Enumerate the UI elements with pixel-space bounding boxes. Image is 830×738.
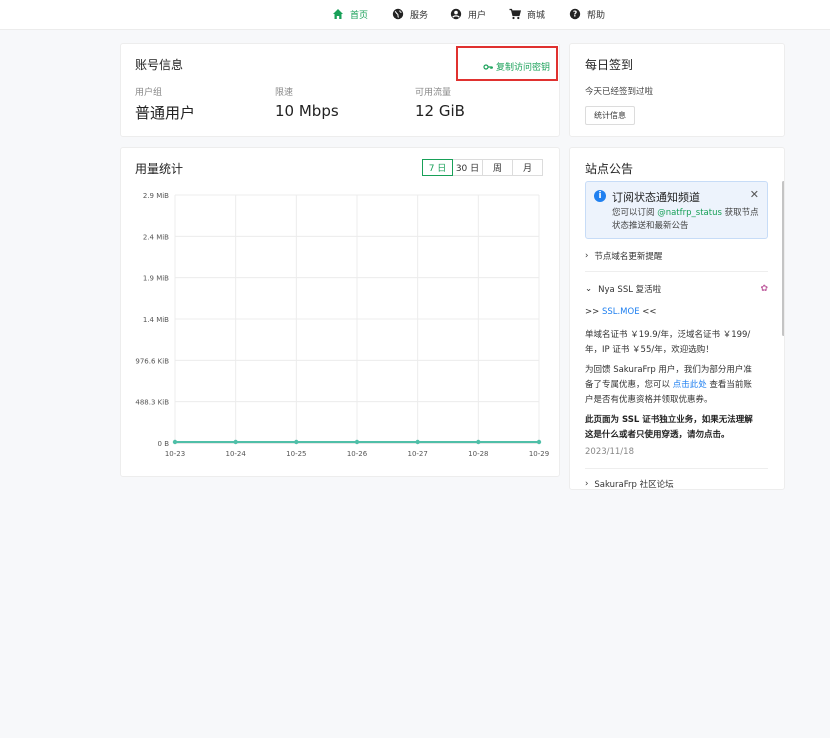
announcement-nya-ssl[interactable]: ⌄ Nya SSL 复活啦 ✿ [585,283,768,295]
y-tick-label: 1.9 MiB [143,275,169,283]
party-icon: ✿ [760,284,768,294]
nav-item-shop[interactable]: 商城 [509,0,545,28]
data-point [354,439,360,445]
data-point [415,439,420,445]
help-icon: ? [569,8,581,20]
announcement-community-forum[interactable]: › SakuraFrp 社区论坛 [585,478,674,490]
globe-icon [392,8,404,20]
svg-text:?: ? [573,10,577,19]
announcements-card: 站点公告 i 订阅状态通知频道 ✕ 您可以订阅 @natfrp_status 获… [569,147,785,490]
ssl-link-line: >> SSL.MOE << [585,305,760,320]
usage-chart: 0 B 488.3 KiB 976.6 KiB 1.4 MiB 1.9 MiB 2.4 M… [135,192,549,458]
nav-label: 用户 [468,10,487,21]
x-tick-label: 10-25 [286,450,306,458]
account-info-title: 账号信息 [135,58,184,72]
notice-subscribe-status: i 订阅状态通知频道 ✕ 您可以订阅 @natfrp_status 获取节点状态… [585,181,768,239]
nav-item-help[interactable]: ? 帮助 [569,0,605,28]
nav-label: 商城 [527,10,546,21]
signin-status: 今天已经签到过啦 [585,87,654,97]
nav-label: 帮助 [587,10,606,21]
stats-info-button[interactable]: 统计信息 [585,106,635,125]
user-icon [450,8,462,20]
x-tick-label: 10-26 [347,450,368,458]
ssl-price-paragraph: 单域名证书 ￥19.9/年，泛域名证书 ￥199/年，IP 证书 ￥55/年，欢… [585,330,751,355]
nav-item-home[interactable]: 首页 [332,0,368,28]
traffic-value: 12 GiB [415,102,465,120]
x-tick-label: 10-28 [468,450,488,458]
cart-icon [509,8,521,20]
tab-7-days[interactable]: 7 日 [422,159,453,176]
usage-stats-card: 用量统计 7 日 30 日 周 月 0 B 488.3 KiB 976.6 KiB 1… [120,147,560,477]
announcement-title: Nya SSL 复活啦 [598,285,662,295]
ssl-moe-link[interactable]: SSL.MOE [602,307,640,317]
y-tick-label: 2.4 MiB [143,233,169,241]
x-tick-label: 10-27 [407,450,427,458]
data-point [476,439,481,445]
announcements-title: 站点公告 [585,162,634,176]
chevron-right-icon: › [585,479,589,489]
signin-title: 每日签到 [585,58,634,72]
announcement-date: 2023/11/18 [585,447,634,457]
user-group-value: 普通用户 [135,104,196,122]
close-icon[interactable]: ✕ [750,188,759,201]
click-here-link[interactable]: 点击此处 [673,380,707,390]
data-point [233,439,238,445]
nav-item-services[interactable]: 服务 [392,0,428,28]
ssl-link-suffix: << [639,307,657,317]
highlight-box [456,46,558,81]
nav-label: 服务 [410,10,429,21]
x-tick-label: 10-23 [165,450,185,458]
divider [585,271,768,272]
nav-label: 首页 [350,10,369,21]
home-icon [333,9,343,19]
y-tick-label: 1.4 MiB [143,316,169,324]
y-tick-label: 488.3 KiB [135,399,169,407]
traffic-label: 可用流量 [415,88,452,98]
ssl-link-prefix: >> [585,307,602,317]
data-point [172,439,178,445]
info-icon: i [594,190,606,202]
notice-body-text: 您可以订阅 [612,208,658,218]
x-tick-label: 10-29 [529,450,549,458]
announcement-node-domain-update[interactable]: › 节点域名更新提醒 [585,250,662,262]
daily-signin-card: 每日签到 今天已经签到过啦 统计信息 [569,43,785,137]
speed-limit-value: 10 Mbps [275,102,339,120]
notice-body: 您可以订阅 @natfrp_status 获取节点状态推送和最新公告 [612,207,762,233]
ssl-warning-paragraph: 此页面为 SSL 证书独立业务，如果无法理解这是什么或者只使用穿透，请勿点击。 [585,415,753,440]
y-tick-label: 976.6 KiB [135,357,169,365]
nav-item-user[interactable]: 用户 [450,0,486,28]
notice-title: 订阅状态通知频道 [612,191,700,204]
divider [585,468,768,469]
announcement-title: 节点域名更新提醒 [594,252,663,262]
announcement-title: SakuraFrp 社区论坛 [594,480,674,490]
data-point [536,439,542,445]
x-tick-label: 10-24 [225,450,246,458]
y-tick-label: 2.9 MiB [143,192,169,200]
y-tick-label: 0 B [158,440,170,448]
natfrp-status-link[interactable]: @natfrp_status [657,208,722,218]
user-group-label: 用户组 [135,88,163,98]
scrollbar[interactable] [782,181,784,336]
top-nav-bar: 首页 服务 用户 商城 ? 帮助 [0,0,830,30]
ssl-discount-paragraph: 为回馈 SakuraFrp 用户，我们为部分用户准备了专属优惠，您可以 点击此处… [585,363,760,408]
speed-limit-label: 限速 [275,88,294,98]
chevron-right-icon: › [585,251,589,261]
data-point [294,439,299,445]
chevron-down-icon: ⌄ [585,284,593,294]
